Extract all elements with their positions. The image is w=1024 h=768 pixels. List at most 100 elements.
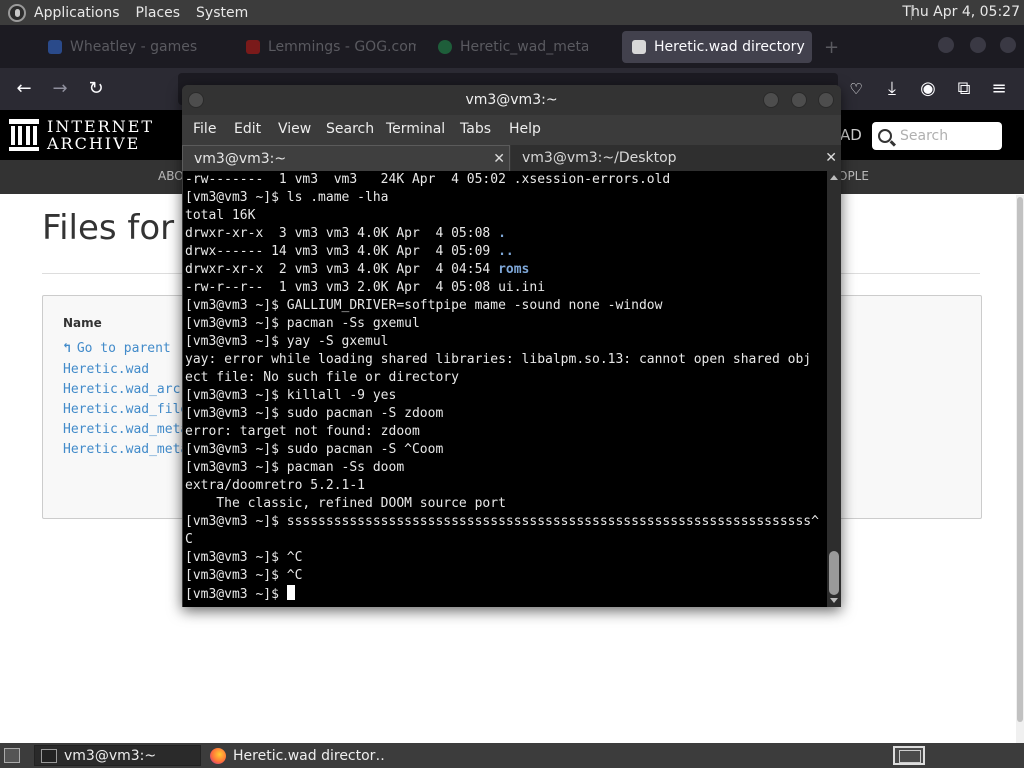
terminal-tab-label: vm3@vm3:~/Desktop [522, 150, 677, 166]
file-link[interactable]: Heretic.wad_arc [63, 382, 180, 397]
header-nav-fragment[interactable]: AD [840, 126, 862, 144]
scroll-up-icon[interactable] [830, 175, 838, 180]
parent-directory-link[interactable]: ↰ Go to parent [63, 341, 171, 356]
show-desktop-icon[interactable] [4, 748, 20, 763]
close-window-button[interactable] [1000, 37, 1016, 53]
terminal-menubar: File Edit View Search Terminal Tabs Help [182, 115, 841, 143]
directory-name: roms [498, 262, 530, 277]
terminal-line: drwxr-xr-x 3 vm3 vm3 4.0K Apr 4 05:08 . [185, 226, 506, 241]
taskbar-item-label: Heretic.wad director… [233, 747, 384, 764]
browser-tab-active[interactable]: Heretic.wad directory ✕ [622, 31, 812, 63]
close-tab-icon[interactable]: ✕ [493, 146, 505, 172]
terminal-line: drwx------ 14 vm3 vm3 4.0K Apr 4 05:09 .… [185, 244, 514, 259]
menu-edit[interactable]: Edit [234, 121, 261, 137]
terminal-tab-home[interactable]: vm3@vm3:~ ✕ [182, 145, 510, 171]
extensions-icon[interactable]: ⧉ [953, 78, 975, 100]
terminal-line: [vm3@vm3 ~]$ pacman -Ss gxemul [185, 316, 420, 331]
page-scrollbar-thumb[interactable] [1017, 197, 1023, 722]
terminal-line: error: target not found: zdoom [185, 424, 420, 439]
menu-icon[interactable]: ≡ [988, 78, 1010, 100]
menu-terminal[interactable]: Terminal [386, 121, 445, 137]
ia-search-box[interactable] [872, 122, 1002, 150]
terminal-scrollbar-thumb[interactable] [829, 551, 839, 595]
menu-view[interactable]: View [278, 121, 311, 137]
browser-tab[interactable]: Wheatley - games [48, 31, 198, 63]
tab-favicon-icon [438, 40, 452, 54]
back-icon[interactable]: ← [13, 78, 35, 100]
browser-tab-label: Wheatley - games [70, 39, 198, 55]
subnav-item-about[interactable]: ABO [158, 169, 184, 183]
close-button[interactable] [818, 92, 834, 108]
browser-tab[interactable]: Lemmings - GOG.com [246, 31, 416, 63]
pocket-icon[interactable]: ♡ [845, 78, 867, 100]
terminal-titlebar[interactable]: vm3@vm3:~ [182, 85, 841, 115]
file-link[interactable]: Heretic.wad_file [63, 402, 188, 417]
archive-favicon-icon [632, 40, 646, 54]
browser-tab-label: Heretic.wad directory [654, 39, 805, 55]
parent-link-label: Go to parent [76, 341, 171, 356]
menu-help[interactable]: Help [509, 121, 541, 137]
browser-tab-strip: Wheatley - games Lemmings - GOG.com Here… [0, 25, 1024, 68]
clock[interactable]: Thu Apr 4, 05:27 [902, 4, 1020, 20]
terminal-line: [vm3@vm3 ~]$ ^C [185, 568, 303, 583]
browser-tab-label: Heretic_wad_metadata [460, 39, 588, 55]
terminal-line: [vm3@vm3 ~]$ ^C [185, 550, 303, 565]
terminal-line: [vm3@vm3 ~]$ sssssssssssssssssssssssssss… [185, 514, 819, 529]
menu-tabs[interactable]: Tabs [460, 121, 491, 137]
ia-search-input[interactable] [900, 128, 995, 144]
scroll-down-icon[interactable] [830, 598, 838, 603]
applications-menu[interactable]: Applications [26, 5, 128, 21]
terminal-line: ect file: No such file or directory [185, 370, 459, 385]
ia-wordmark[interactable]: INTERNET ARCHIVE [47, 118, 154, 152]
new-tab-button[interactable]: + [824, 31, 844, 63]
terminal-tab-bar: vm3@vm3:~ ✕ vm3@vm3:~/Desktop ✕ [182, 145, 841, 171]
terminal-line: -rw-r--r-- 1 vm3 vm3 2.0K Apr 4 05:08 ui… [185, 280, 546, 295]
firefox-icon [210, 747, 226, 764]
archive-logo-icon[interactable] [9, 119, 39, 151]
terminal-line: total 16K [185, 208, 256, 223]
terminal-tab-desktop[interactable]: vm3@vm3:~/Desktop ✕ [511, 145, 841, 171]
terminal-line: The classic, refined DOOM source port [185, 496, 506, 511]
search-icon [878, 129, 892, 143]
wordmark-line-2: ARCHIVE [47, 134, 141, 153]
maximize-button[interactable] [791, 92, 807, 108]
browser-tab-label: Lemmings - GOG.com [268, 39, 416, 55]
directory-name: . [498, 226, 506, 241]
forward-icon[interactable]: → [49, 78, 71, 100]
terminal-line: drwxr-xr-x 2 vm3 vm3 4.0K Apr 4 04:54 ro… [185, 262, 530, 277]
system-menu[interactable]: System [188, 5, 256, 21]
window-menu-button[interactable] [188, 92, 204, 108]
menu-search[interactable]: Search [326, 121, 374, 137]
workspace-switcher[interactable] [893, 746, 925, 765]
terminal-line: yay: error while loading shared librarie… [185, 352, 812, 367]
taskbar-item-label: vm3@vm3:~ [64, 747, 157, 764]
close-tab-icon[interactable]: ✕ [825, 145, 837, 171]
terminal-output[interactable]: -rw------- 1 vm3 vm3 24K Apr 4 05:02 .xs… [183, 171, 827, 607]
file-link[interactable]: Heretic.wad_meta [63, 422, 188, 437]
account-icon[interactable]: ◉ [917, 78, 939, 100]
terminal-cursor [286, 585, 295, 600]
page-scrollbar[interactable] [1016, 195, 1024, 743]
file-link[interactable]: Heretic.wad_meta [63, 442, 188, 457]
downloads-icon[interactable]: ⤓ [881, 78, 903, 100]
subnav-item-people[interactable]: OPLE [838, 169, 869, 183]
minimize-window-button[interactable] [938, 37, 954, 53]
taskbar-item-firefox[interactable]: Heretic.wad director… [204, 745, 384, 766]
browser-tab[interactable]: Heretic_wad_metadata [438, 31, 588, 63]
terminal-line: [vm3@vm3 ~]$ sudo pacman -S ^Coom [185, 442, 444, 457]
taskbar-item-terminal[interactable]: vm3@vm3:~ [34, 745, 201, 766]
up-arrow-icon: ↰ [63, 341, 71, 356]
minimize-button[interactable] [763, 92, 779, 108]
name-column-header[interactable]: Name [63, 316, 102, 330]
terminal-line: [vm3@vm3 ~]$ [185, 585, 295, 603]
gnome-foot-icon[interactable] [8, 3, 26, 22]
terminal-line: [vm3@vm3 ~]$ ls .mame -lha [185, 190, 389, 205]
terminal-scrollbar[interactable] [827, 171, 841, 607]
file-link[interactable]: Heretic.wad [63, 362, 149, 377]
terminal-line: [vm3@vm3 ~]$ sudo pacman -S zdoom [185, 406, 444, 421]
tab-favicon-icon [48, 40, 62, 54]
menu-file[interactable]: File [193, 121, 216, 137]
maximize-window-button[interactable] [970, 37, 986, 53]
places-menu[interactable]: Places [128, 5, 189, 21]
reload-icon[interactable]: ↻ [85, 78, 107, 100]
